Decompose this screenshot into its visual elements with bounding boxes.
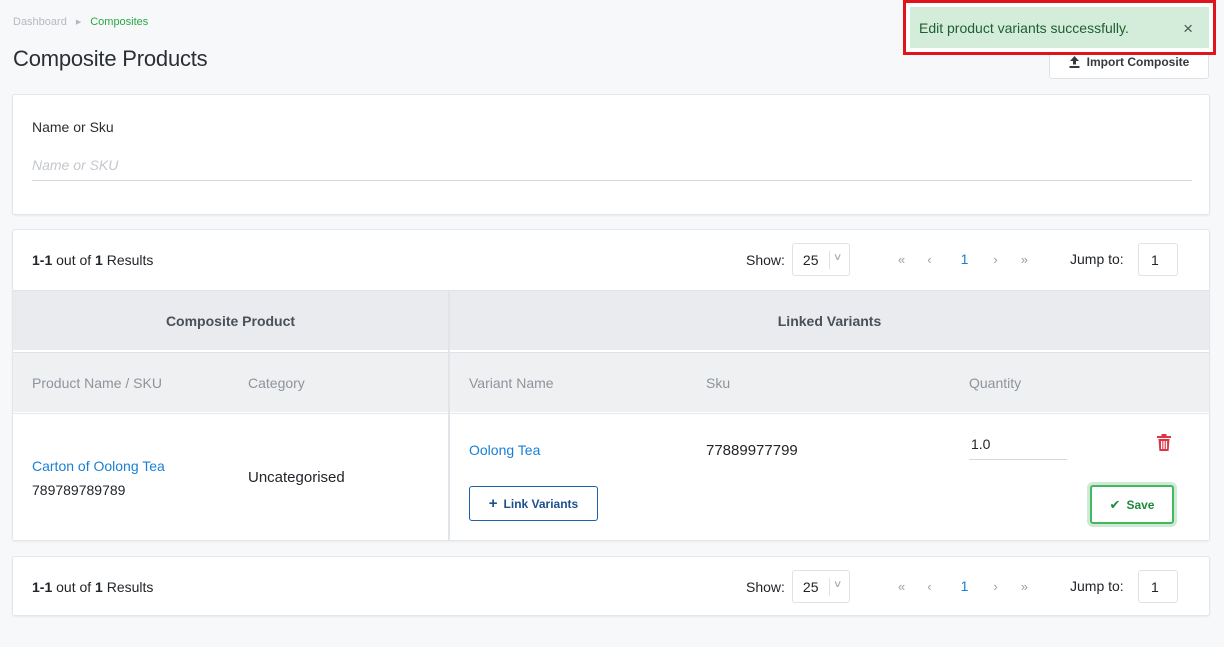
results-word-bottom: Results — [106, 579, 154, 595]
filter-label: Name or Sku — [32, 119, 114, 135]
column-header-product-name: Product Name / SKU — [32, 375, 162, 391]
upload-icon — [1069, 55, 1080, 68]
results-range-bottom: 1-1 — [32, 579, 53, 595]
check-icon: ✔ — [1109, 496, 1121, 512]
toast-message: Edit product variants successfully. — [919, 19, 1129, 36]
success-toast: Edit product variants successfully. × — [910, 7, 1209, 48]
page-size-group-bottom: Show: 25 ∨ — [746, 570, 850, 603]
results-total-bottom: 1 — [95, 579, 103, 595]
column-header-sku: Sku — [706, 375, 731, 391]
breadcrumb-separator-icon: ▶ — [75, 19, 82, 26]
results-word: Results — [106, 252, 154, 268]
link-variants-label: Link Variants — [503, 496, 579, 511]
show-label: Show: — [746, 251, 785, 268]
variant-sku: 77889977799 — [706, 442, 798, 459]
page-number-bottom[interactable]: 1 — [961, 578, 969, 594]
column-header-category: Category — [248, 375, 305, 391]
chevron-down-icon: ∨ — [832, 252, 843, 263]
jump-to-input[interactable]: 1 — [1138, 243, 1178, 276]
results-total: 1 — [95, 252, 103, 268]
page-size-select-bottom[interactable]: 25 ∨ — [791, 570, 850, 603]
link-variants-button[interactable]: + Link Variants — [469, 486, 598, 521]
results-range: 1-1 — [32, 252, 53, 268]
page-size-group: Show: 25 ∨ — [746, 243, 850, 276]
results-footer: 1-1 out of 1 Results Show: 25 ∨ « ‹ 1 › … — [12, 556, 1210, 616]
toast-highlight: Edit product variants successfully. × — [903, 0, 1216, 55]
group-header-linked-variants: Linked Variants — [777, 313, 882, 329]
product-name-link[interactable]: Carton of Oolong Tea — [32, 458, 165, 474]
breadcrumb: Dashboard ▶ Composites — [13, 16, 148, 28]
import-composite-label: Import Composite — [1086, 54, 1190, 69]
results-summary-bottom: 1-1 out of 1 Results — [32, 579, 153, 595]
group-header-composite-product: Composite Product — [165, 313, 296, 329]
product-sku: 789789789789 — [32, 482, 126, 498]
next-page-icon[interactable]: › — [993, 579, 997, 594]
next-page-icon[interactable]: › — [993, 252, 997, 267]
last-page-icon[interactable]: » — [1021, 252, 1028, 267]
trash-icon[interactable] — [1157, 434, 1171, 451]
breadcrumb-composites[interactable]: Composites — [90, 16, 148, 28]
save-button[interactable]: ✔ Save — [1090, 485, 1174, 524]
first-page-icon[interactable]: « — [898, 252, 905, 267]
page-size-select[interactable]: 25 ∨ — [791, 243, 850, 276]
pagination-controls: « ‹ 1 › » — [898, 251, 1028, 267]
product-category: Uncategorised — [248, 469, 345, 486]
column-group-divider — [448, 290, 450, 540]
prev-page-icon[interactable]: ‹ — [927, 252, 931, 267]
results-panel: 1-1 out of 1 Results Show: 25 ∨ « ‹ 1 › … — [12, 229, 1210, 541]
filter-panel: Name or Sku — [12, 94, 1210, 215]
page-number[interactable]: 1 — [961, 251, 969, 267]
column-header-quantity: Quantity — [969, 375, 1022, 391]
jump-to-label: Jump to: — [1070, 251, 1124, 267]
first-page-icon[interactable]: « — [898, 579, 905, 594]
close-icon[interactable]: × — [1183, 19, 1193, 39]
column-header-variant-name: Variant Name — [469, 375, 554, 391]
select-divider-bottom — [828, 578, 830, 596]
page-size-value: 25 — [802, 251, 819, 268]
variant-name-link[interactable]: Oolong Tea — [469, 442, 540, 458]
jump-to-label-bottom: Jump to: — [1070, 578, 1124, 594]
quantity-input[interactable]: 1.0 — [969, 434, 1067, 460]
show-label-bottom: Show: — [746, 578, 785, 595]
breadcrumb-dashboard[interactable]: Dashboard — [13, 16, 67, 28]
results-out-of-bottom: out of — [56, 579, 92, 595]
chevron-down-icon: ∨ — [832, 579, 843, 590]
results-summary: 1-1 out of 1 Results — [32, 252, 153, 268]
table-group-header: Composite Product Linked Variants — [13, 290, 1209, 350]
prev-page-icon[interactable]: ‹ — [927, 579, 931, 594]
save-label: Save — [1126, 497, 1155, 512]
pagination-controls-bottom: « ‹ 1 › » — [898, 578, 1028, 594]
table-column-header: Product Name / SKU Category Variant Name… — [13, 352, 1209, 412]
results-out-of: out of — [56, 252, 92, 268]
table-row: Carton of Oolong Tea 789789789789 Uncate… — [13, 413, 1209, 540]
page-size-value-bottom: 25 — [802, 578, 819, 595]
jump-to-input-bottom[interactable]: 1 — [1138, 570, 1178, 603]
select-divider — [828, 251, 830, 269]
page-title: Composite Products — [13, 46, 208, 71]
last-page-icon[interactable]: » — [1021, 579, 1028, 594]
name-or-sku-input[interactable] — [32, 150, 1192, 181]
plus-icon: + — [488, 495, 498, 512]
